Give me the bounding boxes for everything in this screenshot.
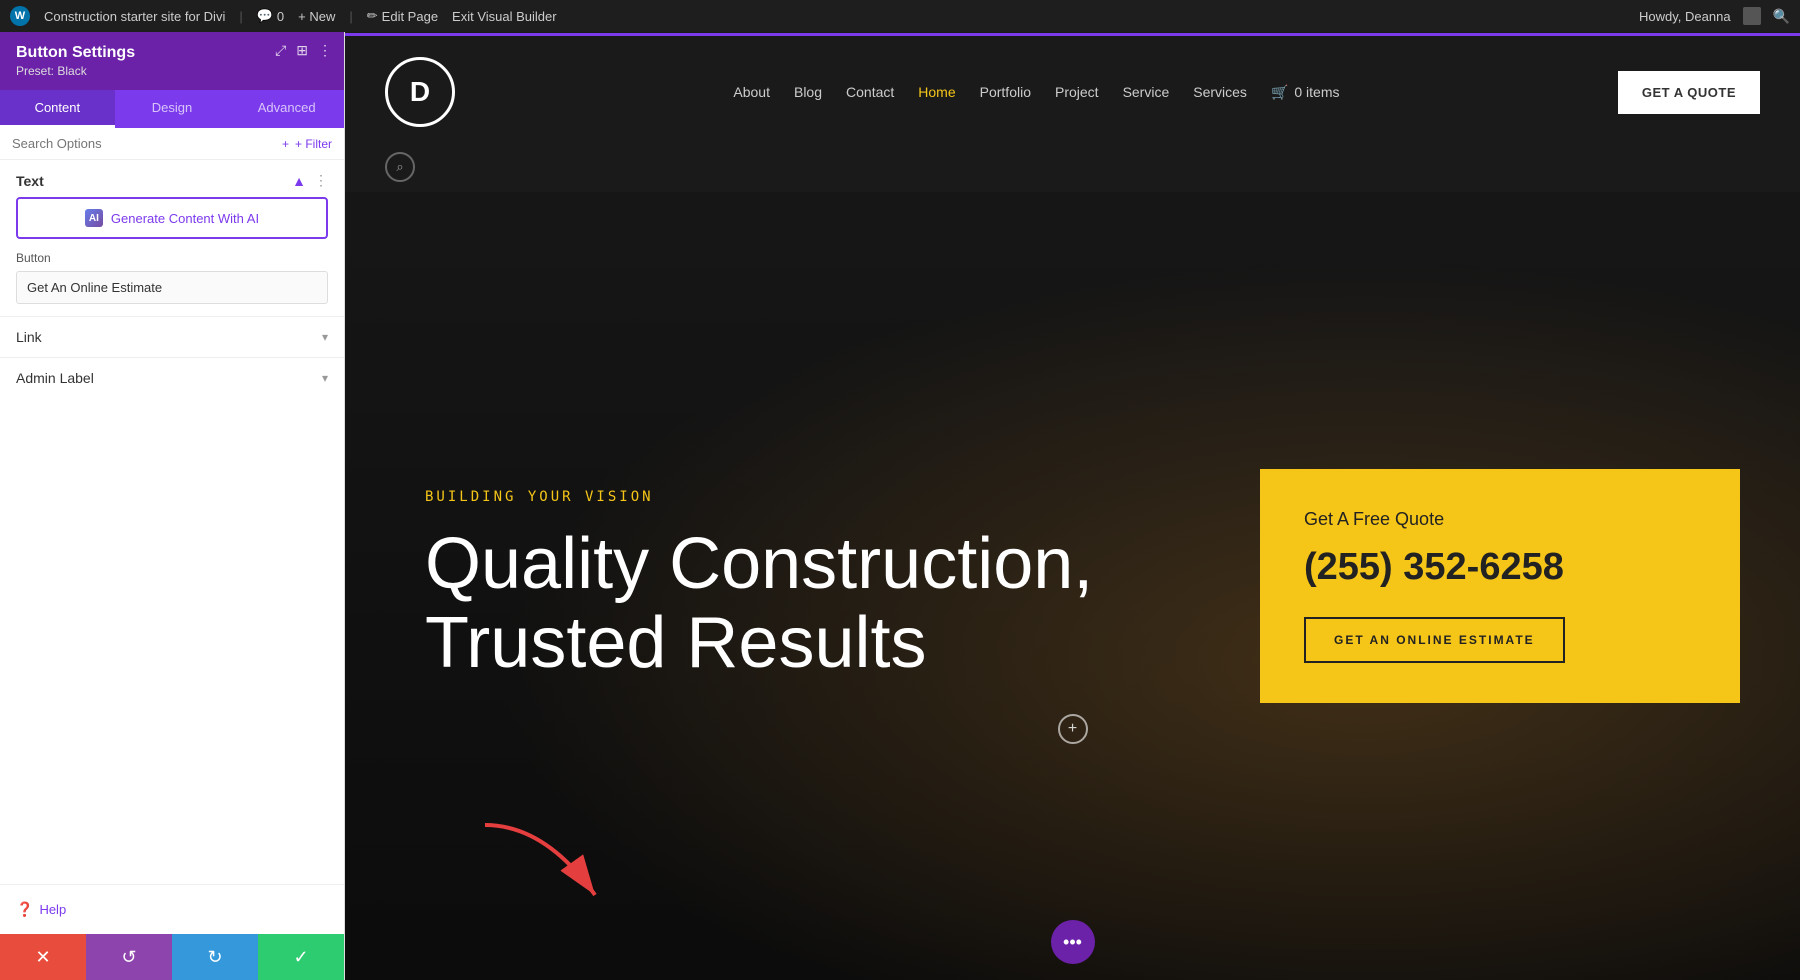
hero-tagline: BUILDING YOUR VISION <box>425 489 1180 505</box>
quote-label: Get A Free Quote <box>1304 509 1696 530</box>
text-section-toggle[interactable]: ▲ <box>292 173 306 189</box>
site-logo: D <box>385 57 455 127</box>
history-button[interactable]: ↺ <box>86 934 172 980</box>
hero-content: BUILDING YOUR VISION Quality Constructio… <box>345 489 1260 683</box>
right-content: D About Blog Contact Home Portfolio Proj… <box>345 32 1800 980</box>
filter-button[interactable]: + + Filter <box>282 137 332 151</box>
bottom-toolbar: ✕ ↺ ↻ ✓ <box>0 934 344 980</box>
site-search-icon[interactable]: ⌕ <box>385 152 415 182</box>
comments-link[interactable]: 💬 0 <box>257 8 284 24</box>
panel-header: Button Settings Preset: Black ⤢ ⊞ ⋮ <box>0 32 344 90</box>
button-text-input[interactable] <box>16 271 328 304</box>
close-button[interactable]: ✕ <box>0 934 86 980</box>
new-button[interactable]: + New <box>298 9 335 24</box>
quote-phone: (255) 352-6258 <box>1304 546 1696 589</box>
tab-content[interactable]: Content <box>0 90 115 128</box>
maximize-icon[interactable]: ⤢ <box>275 42 286 59</box>
quote-cta-button[interactable]: GET AN ONLINE ESTIMATE <box>1304 617 1565 663</box>
search-options-row: + + Filter <box>0 128 344 160</box>
ai-icon: AI <box>85 209 103 227</box>
text-section-more[interactable]: ⋮ <box>314 172 328 189</box>
howdy-text: Howdy, Deanna <box>1639 9 1731 24</box>
separator2: | <box>349 9 352 24</box>
search-symbol: ⌕ <box>396 159 403 175</box>
nav-portfolio[interactable]: Portfolio <box>980 84 1031 100</box>
close-icon: ✕ <box>35 947 50 968</box>
admin-label-header[interactable]: Admin Label ▾ <box>16 370 328 386</box>
tab-design[interactable]: Design <box>115 90 230 128</box>
nav-cart[interactable]: 🛒 0 items <box>1271 84 1340 101</box>
help-section[interactable]: ❓ Help <box>0 884 344 934</box>
get-quote-button[interactable]: GET A QUOTE <box>1618 71 1760 114</box>
arrow-indicator <box>465 815 625 920</box>
link-section-title: Link <box>16 329 42 345</box>
admin-bar: W Construction starter site for Divi | 💬… <box>0 0 1800 32</box>
button-section: Button <box>0 251 344 316</box>
link-section: Link ▾ <box>0 316 344 357</box>
button-field-label: Button <box>16 251 328 265</box>
plus-icon: + <box>1068 720 1077 738</box>
comment-icon: 💬 <box>257 8 273 24</box>
panel-tabs: Content Design Advanced <box>0 90 344 128</box>
edit-page-link[interactable]: ✏ Edit Page <box>367 8 438 24</box>
redo-button[interactable]: ↻ <box>172 934 258 980</box>
help-icon: ❓ <box>16 901 33 918</box>
save-icon: ✓ <box>293 947 308 968</box>
site-name[interactable]: Construction starter site for Divi <box>44 9 225 24</box>
panel-preset[interactable]: Preset: Black <box>16 64 328 78</box>
filter-plus-icon: + <box>282 137 289 151</box>
divider-line <box>345 33 1800 36</box>
cart-count: 0 items <box>1294 84 1339 100</box>
admin-label-chevron-icon: ▾ <box>322 371 328 385</box>
text-section-title: Text <box>16 173 44 189</box>
admin-label-section: Admin Label ▾ <box>0 357 344 398</box>
search-options-input[interactable] <box>12 136 274 151</box>
nav-service[interactable]: Service <box>1123 84 1170 100</box>
nav-services[interactable]: Services <box>1193 84 1247 100</box>
redo-icon: ↻ <box>207 947 222 968</box>
save-button[interactable]: ✓ <box>258 934 344 980</box>
nav-about[interactable]: About <box>733 84 770 100</box>
nav-blog[interactable]: Blog <box>794 84 822 100</box>
add-button-circle[interactable]: + <box>1058 714 1088 744</box>
columns-icon[interactable]: ⊞ <box>296 42 308 59</box>
arrow-svg <box>465 815 625 915</box>
cart-icon: 🛒 <box>1271 84 1288 101</box>
exit-visual-builder[interactable]: Exit Visual Builder <box>452 9 557 24</box>
nav-contact[interactable]: Contact <box>846 84 894 100</box>
separator: | <box>239 9 242 24</box>
left-panel: Button Settings Preset: Black ⤢ ⊞ ⋮ Cont… <box>0 32 345 980</box>
site-nav: About Blog Contact Home Portfolio Projec… <box>455 84 1618 101</box>
more-dots-icon: ••• <box>1063 932 1082 953</box>
quote-card: Get A Free Quote (255) 352-6258 GET AN O… <box>1260 469 1740 703</box>
search-admin-icon[interactable]: 🔍 <box>1773 8 1790 25</box>
hero-title: Quality Construction, Trusted Results <box>425 525 1180 683</box>
generate-ai-button[interactable]: AI Generate Content With AI <box>16 197 328 239</box>
nav-home[interactable]: Home <box>918 84 955 100</box>
pencil-icon: ✏ <box>367 8 378 24</box>
more-options-button[interactable]: ••• <box>1051 920 1095 964</box>
wp-logo-icon: W <box>10 6 30 26</box>
hero-title-line1: Quality Construction, <box>425 524 1093 604</box>
link-section-header[interactable]: Link ▾ <box>16 329 328 345</box>
admin-label-title: Admin Label <box>16 370 94 386</box>
search-bar-row: ⌕ <box>345 152 1800 192</box>
text-section-header: Text ▲ ⋮ <box>0 160 344 197</box>
help-label: Help <box>39 902 66 917</box>
history-icon: ↺ <box>121 947 136 968</box>
link-chevron-icon: ▾ <box>322 330 328 344</box>
avatar <box>1743 7 1761 25</box>
site-header: D About Blog Contact Home Portfolio Proj… <box>345 32 1800 152</box>
hero-title-line2: Trusted Results <box>425 603 927 683</box>
more-icon[interactable]: ⋮ <box>318 42 332 59</box>
tab-advanced[interactable]: Advanced <box>229 90 344 128</box>
nav-project[interactable]: Project <box>1055 84 1099 100</box>
hero-section: BUILDING YOUR VISION Quality Constructio… <box>345 192 1800 980</box>
